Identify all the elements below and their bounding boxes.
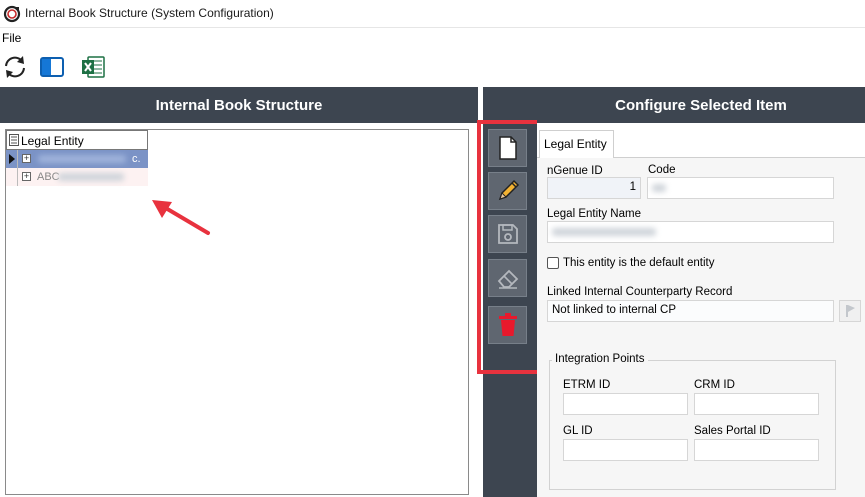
redacted-text <box>38 155 126 163</box>
default-entity-label: This entity is the default entity <box>563 257 715 269</box>
row-label: c. <box>132 153 141 165</box>
left-pane: Internal Book Structure Legal Entity + c… <box>0 87 478 497</box>
legal-entity-name-field[interactable] <box>547 221 834 243</box>
tab-strip: Legal Entity <box>537 123 865 159</box>
redacted-text <box>58 173 124 181</box>
gl-id-label: GL ID <box>563 425 593 437</box>
refresh-icon <box>5 56 25 78</box>
tree-grid[interactable]: Legal Entity + c. + ABC <box>5 129 469 495</box>
ngenue-id-label: nGenue ID <box>547 165 603 177</box>
app-logo-icon <box>3 5 21 23</box>
title-bar: Internal Book Structure (System Configur… <box>0 0 865 28</box>
menu-bar: File <box>0 28 865 46</box>
refresh-button[interactable] <box>1 53 29 81</box>
main-toolbar <box>0 48 865 86</box>
sales-portal-id-label: Sales Portal ID <box>694 425 771 437</box>
row-indicator <box>6 168 18 186</box>
window-title: Internal Book Structure (System Configur… <box>25 6 274 20</box>
legal-entity-name-label: Legal Entity Name <box>547 208 641 220</box>
expand-icon[interactable]: + <box>22 172 31 181</box>
redacted-text <box>652 184 666 192</box>
expand-icon[interactable]: + <box>22 154 31 163</box>
current-row-arrow-icon <box>9 154 15 164</box>
integration-points-title: Integration Points <box>552 353 648 365</box>
right-pane-header: Configure Selected Item <box>537 87 865 123</box>
link-counterparty-button[interactable] <box>839 300 861 322</box>
etrm-id-label: ETRM ID <box>563 379 611 391</box>
tab-legal-entity[interactable]: Legal Entity <box>539 130 614 159</box>
code-field[interactable] <box>647 177 834 199</box>
ngenue-id-field[interactable]: 1 <box>547 177 641 199</box>
grid-column-header[interactable]: Legal Entity <box>6 130 148 150</box>
etrm-id-field[interactable] <box>563 393 688 415</box>
split-panel-icon <box>40 57 64 77</box>
tree-row[interactable]: + ABC <box>6 168 148 186</box>
annotation-arrow-icon <box>152 200 210 235</box>
integration-points-group: Integration Points ETRM ID CRM ID GL ID … <box>549 353 836 490</box>
linked-counterparty-field[interactable]: Not linked to internal CP <box>547 300 834 322</box>
left-pane-header: Internal Book Structure <box>0 87 478 123</box>
toggle-panel-button[interactable] <box>38 53 66 81</box>
row-label: ABC <box>37 171 60 183</box>
export-excel-button[interactable] <box>79 53 107 81</box>
redacted-text <box>552 228 656 236</box>
code-label: Code <box>648 164 676 176</box>
row-indicator <box>6 150 18 168</box>
tree-row[interactable]: + c. <box>6 150 148 168</box>
sales-portal-id-field[interactable] <box>694 439 819 461</box>
excel-icon <box>82 56 105 78</box>
crm-id-field[interactable] <box>694 393 819 415</box>
right-pane: Configure Selected Item Legal Entity nGe… <box>537 87 865 497</box>
linked-counterparty-label: Linked Internal Counterparty Record <box>547 286 733 298</box>
link-flag-icon <box>846 305 855 317</box>
column-header-legal-entity: Legal Entity <box>21 134 84 148</box>
menu-file[interactable]: File <box>2 31 21 45</box>
default-entity-checkbox[interactable] <box>547 257 559 269</box>
crm-id-label: CRM ID <box>694 379 735 391</box>
column-chooser-icon <box>9 134 19 146</box>
legal-entity-form: nGenue ID 1 Code Legal Entity Name This … <box>537 158 865 497</box>
gl-id-field[interactable] <box>563 439 688 461</box>
highlight-frame <box>477 120 542 374</box>
